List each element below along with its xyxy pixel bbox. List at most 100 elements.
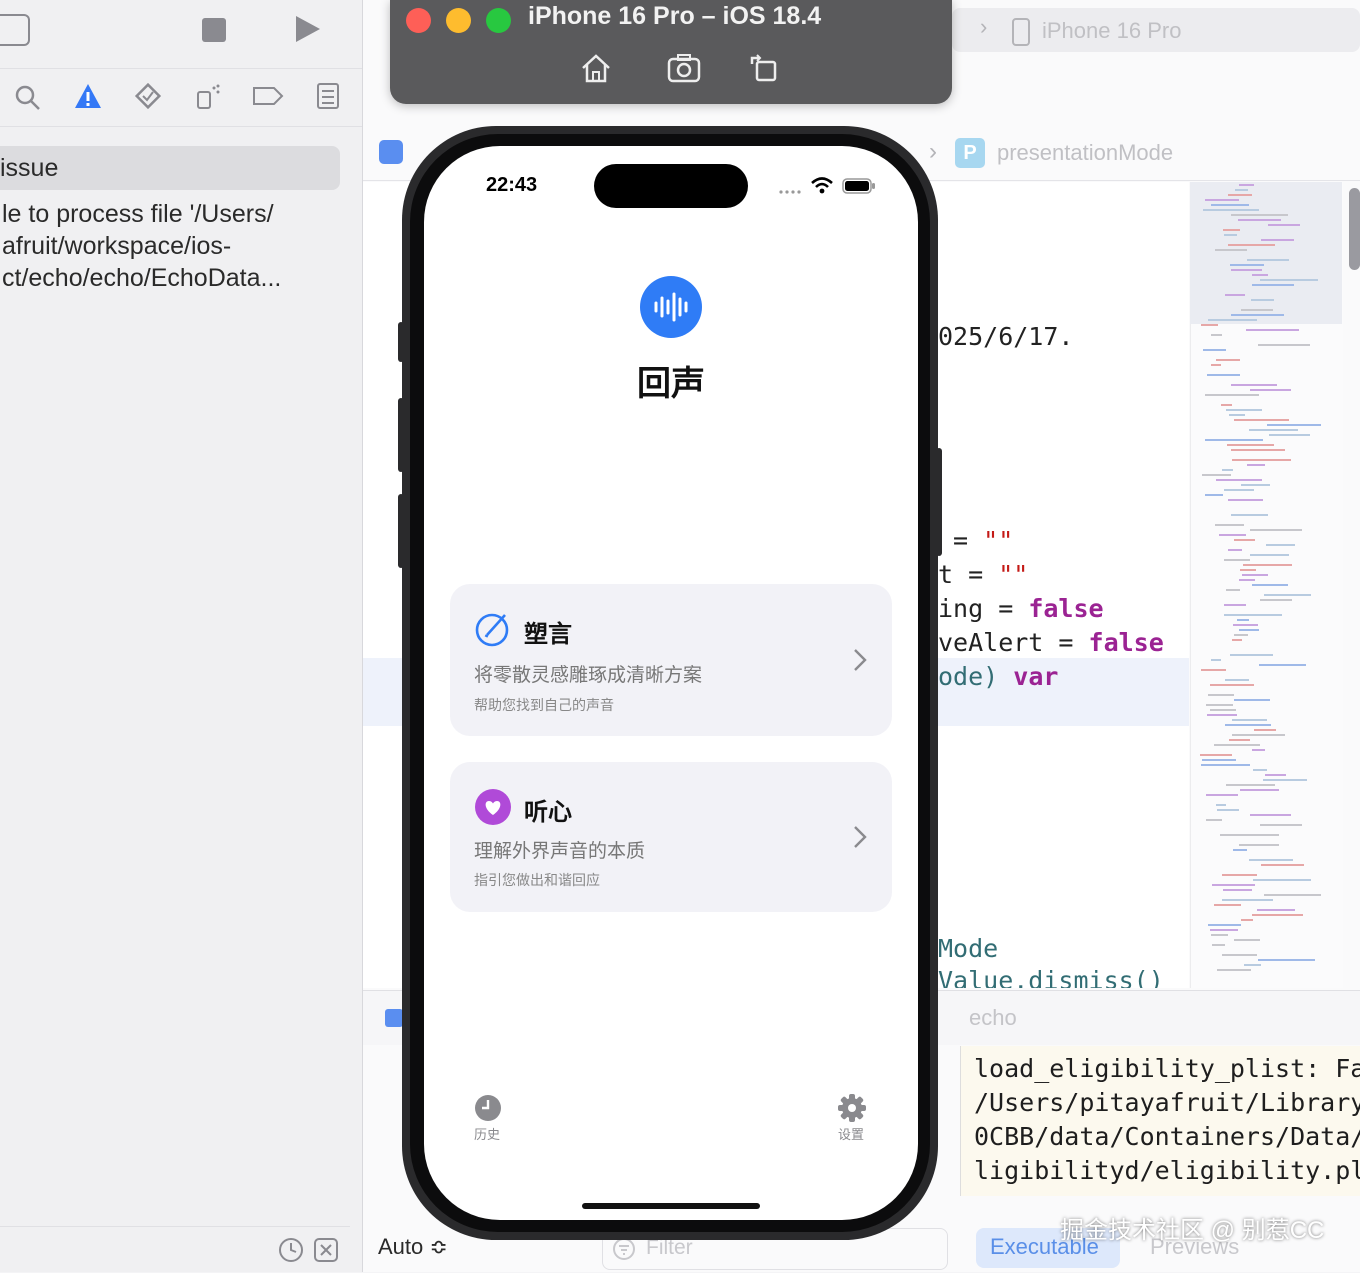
minimap-line [1251,299,1274,301]
minimap-line [1232,639,1242,641]
history-tab-label: 历史 [474,1127,501,1142]
minimap-line [1206,819,1222,821]
phone-device-icon [1012,18,1030,46]
minimap-line [1226,589,1240,591]
sidebar-toggle-icon[interactable] [0,14,30,46]
minimap-line [1224,489,1254,491]
minimap-line [1219,534,1246,536]
settings-tab[interactable]: 设置 [832,1090,874,1146]
minimap-line [1224,604,1246,606]
home-indicator[interactable] [582,1203,760,1209]
minimap-line [1228,244,1275,246]
card-subtitle: 理解外界声音的本质 [474,841,646,862]
simulator-title: iPhone 16 Pro – iOS 18.4 [528,2,822,30]
minimap-line [1261,239,1294,241]
scrollbar-thumb[interactable] [1349,188,1360,270]
minimap-line [1217,809,1239,811]
jump-separator-icon: › [929,138,937,165]
code-line-7: Value.dismiss() [938,966,1164,988]
debug-spray-icon[interactable] [194,82,222,110]
minimap-line [1211,659,1221,661]
status-time: 22:43 [486,174,538,196]
rotate-icon[interactable] [746,50,782,86]
minimap-line [1239,844,1279,846]
home-icon[interactable] [578,50,614,86]
project-app-icon[interactable] [379,140,403,164]
minimap-line [1265,774,1286,776]
minimap-line [1222,874,1257,876]
minimap-line [1258,344,1310,346]
stop-icon[interactable] [202,18,226,42]
screenshot-icon[interactable] [666,50,702,86]
minimap-line [1215,524,1244,526]
minimap-line [1203,349,1226,351]
warning-icon[interactable] [74,82,102,110]
minimap-line [1249,859,1293,861]
minimap-line [1267,424,1321,426]
minimap-line [1244,964,1261,966]
minimize-window-button[interactable] [446,8,471,33]
minimap-line [1210,929,1238,931]
console-line: ligibilityd/eligibility.pl [974,1156,1360,1185]
minimap-line [1208,924,1241,926]
search-icon[interactable] [14,84,42,112]
minimap-line [1260,279,1318,281]
code-line-4: veAlert = false [938,628,1164,657]
minimap-line [1208,694,1234,696]
wifi-icon [811,177,833,194]
minimap-line [1241,309,1273,311]
minimap-line [1226,409,1262,411]
code-text: = [938,526,984,555]
minimap-line [1225,724,1271,726]
minimap-line [1257,909,1295,911]
variables-scope-select[interactable]: Auto ≎ [378,1234,448,1260]
minimap-line [1234,539,1255,541]
minimap-line [1269,434,1310,436]
minimap-line [1229,739,1250,741]
waveform-logo-icon [640,276,702,338]
battery-icon [842,178,875,194]
minimap-line [1212,944,1225,946]
property-symbol-icon: P [955,138,985,168]
minimap-line [1221,404,1232,406]
minimap-line [1230,654,1273,656]
minimap-line [1246,329,1299,331]
code-keyword: var [1013,662,1059,691]
minimap-line [1229,414,1245,416]
issue-navigator [0,0,363,1272]
jump-symbol-label[interactable]: presentationMode [997,140,1173,166]
run-destination-label[interactable]: iPhone 16 Pro [1042,18,1181,44]
minimap-line [1214,904,1241,906]
minimap-line [1212,884,1255,886]
zoom-window-button[interactable] [486,8,511,33]
history-tab[interactable]: 历史 [468,1090,510,1146]
code-text: ing = [938,594,1029,623]
run-icon[interactable] [294,14,322,44]
code-line-date: 025/6/17. [938,322,1074,351]
code-text: t = [938,560,999,589]
console-line: /Users/pitayafruit/Library [974,1088,1360,1117]
issue-message[interactable]: le to process file '/Users/ afruit/works… [2,198,342,294]
minimap-line [1216,804,1226,806]
navigator-filter-bar [0,1226,350,1273]
close-window-button[interactable] [406,8,431,33]
minimap-line [1205,494,1223,496]
minimap-line [1232,719,1267,721]
filter-icon [613,1238,635,1260]
debug-area-toggle-icon[interactable] [385,1009,403,1027]
minimap-line [1240,789,1279,791]
test-diamond-icon[interactable] [134,82,162,110]
minimap-line [1205,199,1239,201]
watermark-text: 掘金技术社区 @ 别惹CC [1060,1217,1325,1244]
minimap-line [1208,319,1257,321]
report-icon[interactable] [316,82,340,110]
minimap-line [1252,274,1268,276]
recent-clock-icon[interactable] [278,1237,304,1263]
run-destination-bar: › iPhone 16 Pro [952,8,1360,52]
minimap-line [1232,459,1291,461]
error-filter-icon[interactable] [313,1237,339,1263]
minimap-line [1234,699,1270,701]
minimap-line [1222,469,1233,471]
minimap-line [1227,444,1274,446]
breakpoint-icon[interactable] [252,84,284,108]
